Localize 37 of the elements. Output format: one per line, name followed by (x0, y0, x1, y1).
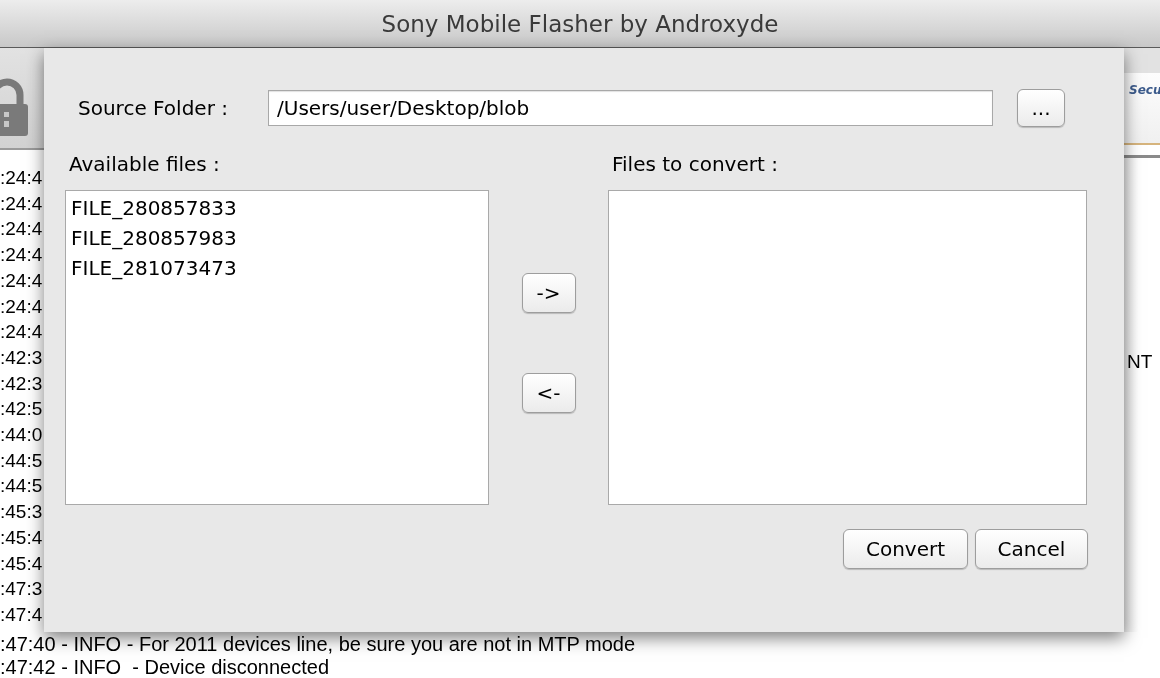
file-list-item[interactable]: FILE_281073473 (66, 253, 488, 283)
log-line: :24:4 (0, 191, 43, 216)
log-line: :44:5 (0, 474, 43, 499)
source-folder-field[interactable]: /Users/user/Desktop/blob (268, 90, 993, 126)
log-line: :24:4 (0, 243, 43, 268)
log-line: :24:4 (0, 166, 43, 190)
log-line: :44:0 (0, 423, 43, 448)
file-list-item[interactable]: FILE_280857833 (66, 193, 488, 223)
log-line: :24:4 (0, 268, 43, 293)
log-line: :47:42 - INFO - Device disconnected (0, 655, 330, 678)
log-line: :47:40 - INFO - For 2011 devices line, be sure you are not in MTP mode (0, 633, 636, 656)
log-line: :44:5 (0, 448, 43, 473)
convert-button[interactable]: Convert (843, 529, 968, 569)
log-line: :42:3 (0, 345, 43, 370)
log-line: :24:4 (0, 320, 43, 345)
log-line: :24:4 (0, 294, 43, 319)
source-folder-label: Source Folder : (78, 96, 229, 120)
log-line: :45:3 (0, 500, 43, 525)
log-line: :42:3 (0, 371, 43, 396)
log-line: NT (1127, 350, 1153, 374)
log-line: :47:4 (0, 602, 43, 627)
add-file-button[interactable]: -> (521, 273, 576, 313)
remove-file-button[interactable]: <- (521, 373, 576, 413)
files-to-convert-list[interactable] (608, 190, 1087, 505)
browse-button[interactable]: ... (1017, 89, 1065, 127)
log-line: :47:3 (0, 577, 43, 602)
window-title: Sony Mobile Flasher by Androxyde (381, 10, 779, 37)
log-line: :45:4 (0, 551, 43, 576)
padlock-icon (0, 78, 28, 136)
cancel-button[interactable]: Cancel (975, 529, 1088, 569)
available-files-label: Available files : (68, 152, 221, 176)
file-list-item[interactable]: FILE_280857983 (66, 223, 488, 253)
log-line: :45:4 (0, 525, 43, 550)
files-to-convert-label: Files to convert : (611, 152, 779, 176)
log-line: :24:4 (0, 217, 43, 242)
log-line: :42:5 (0, 397, 43, 422)
available-files-list[interactable]: FILE_280857833 FILE_280857983 FILE_281073473 (65, 190, 489, 505)
